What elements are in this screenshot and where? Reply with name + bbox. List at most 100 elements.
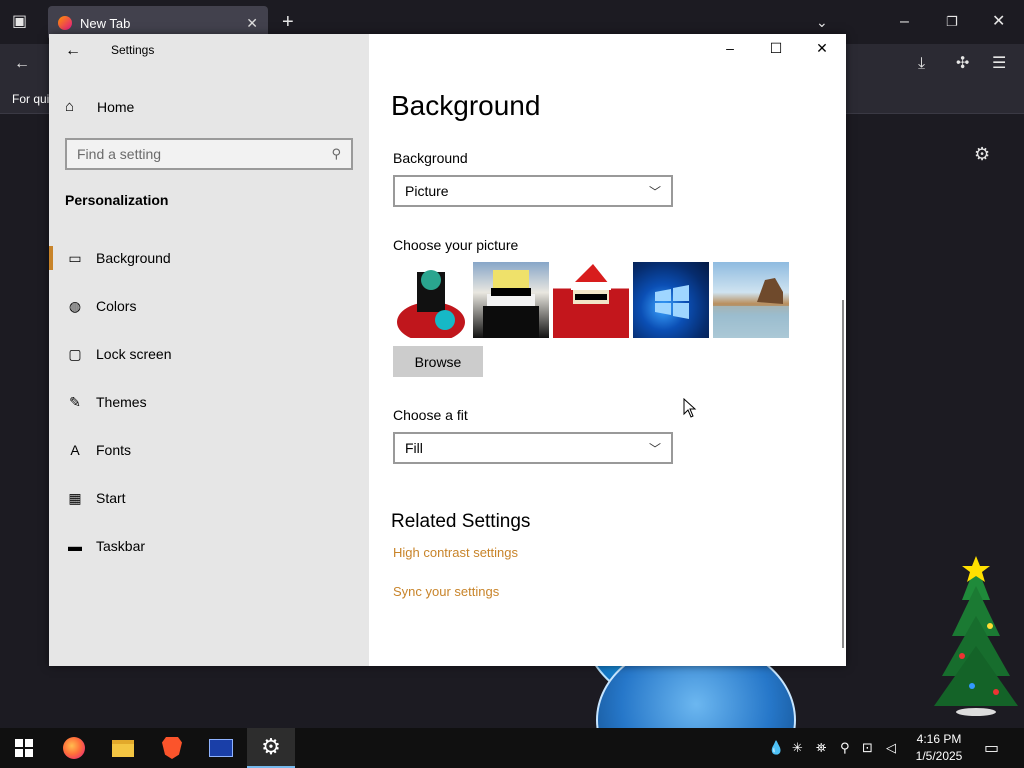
sidebar-item-fonts[interactable]: A Fonts — [49, 426, 369, 474]
scrollbar[interactable] — [842, 300, 844, 648]
home-nav-item[interactable]: ⌂ Home — [65, 98, 134, 115]
fit-value: Fill — [405, 440, 423, 456]
picture-thumbnail[interactable] — [553, 262, 629, 338]
browse-button[interactable]: Browse — [393, 346, 483, 377]
extensions-icon[interactable]: ✣ — [956, 56, 969, 72]
windows-logo-thumbnail — [655, 285, 689, 319]
back-arrow-icon[interactable]: ← — [65, 42, 81, 60]
taskbar-settings[interactable]: ⚙ — [247, 728, 295, 768]
clock-date: 1/5/2025 — [915, 749, 963, 763]
sidebar-item-label: Start — [96, 490, 126, 506]
picture-icon: ▭ — [68, 249, 82, 266]
settings-window: ← Settings ⌂ Home Find a setting ⚲ Perso… — [49, 34, 846, 666]
home-label: Home — [97, 98, 135, 115]
search-icon: ⚲ — [331, 146, 341, 161]
high-contrast-settings-link[interactable]: High contrast settings — [393, 545, 518, 560]
notifications-icon[interactable]: ▭ — [984, 738, 999, 758]
firefox-favicon-icon — [58, 16, 72, 30]
tab-close-icon[interactable]: ✕ — [246, 15, 258, 32]
tab-list-chevron-icon[interactable]: ⌄ — [816, 14, 828, 30]
sidebar-item-lock-screen[interactable]: ▢ Lock screen — [49, 330, 369, 378]
tab-title: New Tab — [80, 15, 131, 31]
window-minimize-icon[interactable]: – — [715, 40, 745, 56]
background-type-dropdown[interactable]: Picture ﹀ — [393, 175, 673, 207]
thumbnail-art-1 — [397, 270, 465, 338]
restore-icon[interactable]: ❐ — [946, 14, 958, 30]
taskbar-app[interactable] — [197, 728, 245, 768]
picture-thumbnail[interactable] — [713, 262, 789, 338]
download-icon[interactable]: ⤓ — [918, 56, 925, 72]
sidebar-item-themes[interactable]: ✎ Themes — [49, 378, 369, 426]
sync-settings-link[interactable]: Sync your settings — [393, 584, 499, 599]
start-button[interactable] — [0, 728, 48, 768]
palette-icon: ◍ — [68, 297, 82, 314]
sidebar-item-background[interactable]: ▭ Background — [49, 234, 369, 282]
christmas-tree-decoration — [934, 556, 1018, 716]
picture-thumbnail[interactable] — [393, 262, 469, 338]
fonts-icon: A — [70, 442, 80, 458]
sidebar-item-label: Themes — [96, 394, 147, 410]
tray-drop-icon[interactable]: 💧 — [768, 740, 784, 756]
sidebar-item-label: Taskbar — [96, 538, 146, 554]
taskbar-firefox[interactable] — [50, 728, 98, 768]
window-close-icon[interactable]: ✕ — [807, 40, 837, 57]
choose-fit-label: Choose a fit — [393, 407, 468, 423]
page-title: Background — [391, 90, 541, 121]
windows-start-icon — [15, 739, 33, 757]
section-title: Personalization — [65, 192, 169, 208]
themes-icon: ✎ — [69, 393, 81, 410]
picture-thumbnails — [393, 262, 789, 338]
window-maximize-icon[interactable]: ☐ — [761, 40, 791, 57]
picture-thumbnail[interactable] — [473, 262, 549, 338]
taskbar: ⚙ 💧 ✳ ⛯ ⚲ ⊡ ◁ ▭ — [0, 728, 1024, 768]
page-settings-gear-icon[interactable]: ⚙ — [974, 145, 990, 163]
sidebar-item-label: Background — [96, 250, 171, 266]
settings-content: – ☐ ✕ Background Background Picture ﹀ Ch… — [369, 34, 846, 666]
chevron-down-icon: ﹀ — [648, 441, 661, 456]
mouse-cursor-icon — [683, 398, 697, 418]
bookmarks-hint: For qui — [12, 92, 50, 106]
clock-time: 4:16 PM — [916, 732, 962, 746]
firefox-icon — [63, 737, 85, 759]
home-icon: ⌂ — [65, 98, 75, 115]
tray-network-icon[interactable]: ⊡ — [862, 740, 873, 756]
start-icon: ▦ — [68, 489, 82, 506]
sidebar-item-colors[interactable]: ◍ Colors — [49, 282, 369, 330]
tray-people-icon[interactable]: ⛯ — [816, 740, 826, 756]
settings-sidebar: ← Settings ⌂ Home Find a setting ⚲ Perso… — [49, 34, 369, 666]
search-placeholder: Find a setting — [77, 146, 162, 162]
tray-search-icon[interactable]: ⚲ — [840, 740, 850, 756]
window-title: Settings — [111, 43, 155, 57]
app-window-icon — [209, 739, 233, 757]
menu-icon[interactable]: ☰ — [992, 56, 1006, 72]
sidebar-item-label: Colors — [96, 298, 137, 314]
tray-volume-muted-icon[interactable]: ◁ — [886, 740, 896, 756]
back-icon[interactable]: ← — [14, 56, 30, 72]
taskbar-clock[interactable]: 4:16 PM 1/5/2025 — [908, 731, 970, 765]
choose-picture-label: Choose your picture — [393, 237, 519, 253]
related-settings-title: Related Settings — [391, 511, 531, 532]
chevron-down-icon: ﹀ — [648, 184, 661, 199]
lock-screen-icon: ▢ — [68, 345, 82, 362]
tab-overview-icon[interactable]: ▣ — [12, 14, 27, 30]
minimize-icon[interactable]: – — [900, 14, 909, 30]
beach-rock-thumbnail — [713, 278, 789, 338]
sidebar-item-label: Fonts — [96, 442, 132, 458]
settings-gear-icon: ⚙ — [261, 734, 281, 759]
close-icon[interactable]: ✕ — [992, 14, 1005, 30]
brave-icon — [162, 737, 182, 759]
thumbnail-art-2 — [483, 270, 539, 338]
taskbar-brave[interactable] — [148, 728, 196, 768]
background-label: Background — [393, 150, 468, 166]
background-type-value: Picture — [405, 183, 449, 199]
thumbnail-art-3 — [571, 264, 611, 304]
new-tab-icon[interactable]: + — [282, 12, 294, 32]
sidebar-item-taskbar[interactable]: ▬ Taskbar — [49, 522, 369, 570]
tray-sparkle-icon[interactable]: ✳ — [792, 740, 803, 756]
find-setting-search[interactable]: Find a setting ⚲ — [65, 138, 353, 170]
fit-dropdown[interactable]: Fill ﹀ — [393, 432, 673, 464]
sidebar-item-label: Lock screen — [96, 346, 172, 362]
taskbar-file-explorer[interactable] — [99, 728, 147, 768]
sidebar-item-start[interactable]: ▦ Start — [49, 474, 369, 522]
picture-thumbnail[interactable] — [633, 262, 709, 338]
